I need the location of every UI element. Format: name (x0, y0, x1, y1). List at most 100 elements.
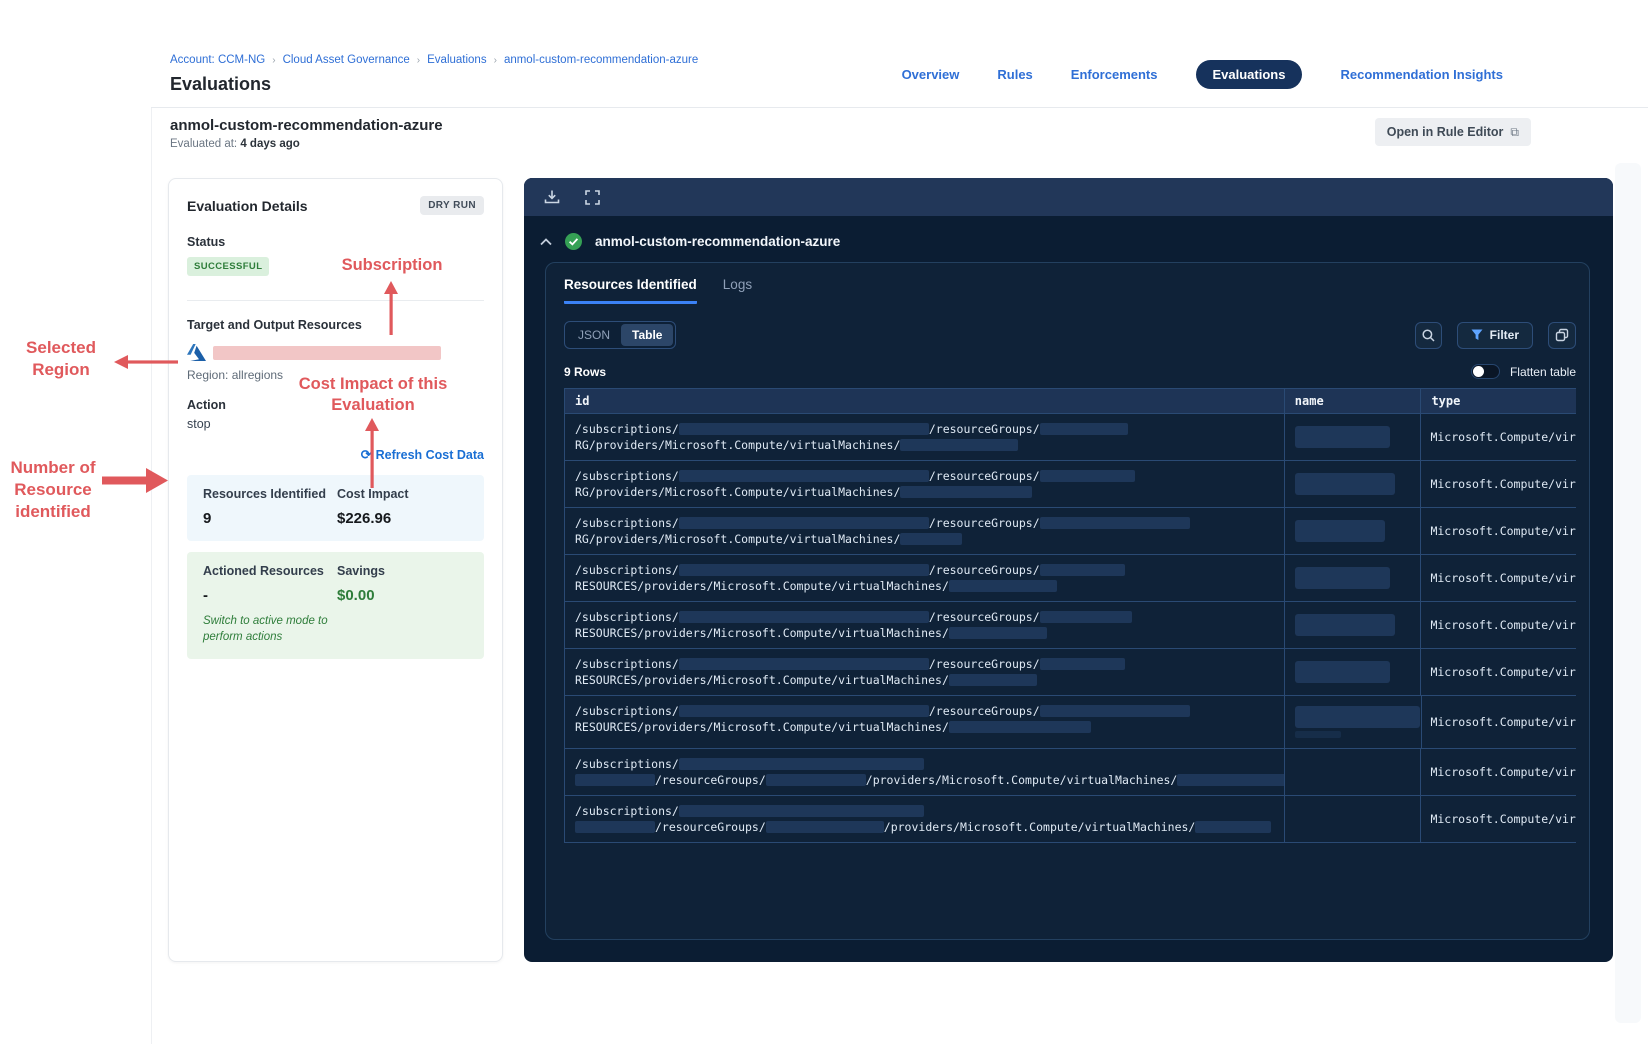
actioned-stats-panel: Actioned Resources Savings - $0.00 Switc… (187, 552, 484, 660)
id-text: /resourceGroups/ (928, 610, 1040, 624)
cell-type: Microsoft.Compute/virtu (1420, 796, 1576, 842)
download-icon[interactable] (544, 189, 560, 205)
redacted-block (948, 721, 1091, 733)
breadcrumb-separator: › (416, 55, 421, 66)
cell-type: Microsoft.Compute/virtu (1420, 749, 1576, 795)
column-header-type: type (1420, 389, 1576, 413)
view-mode-json[interactable]: JSON (567, 324, 621, 346)
nav-tab-rules[interactable]: Rules (997, 67, 1032, 82)
redacted-block (678, 564, 929, 576)
evaluated-at-value: 4 days ago (240, 138, 300, 150)
page-header: Account: CCM-NG › Cloud Asset Governance › E… (151, 0, 1648, 108)
type-value: Microsoft.Compute/virtu (1430, 812, 1576, 826)
redacted-name-block (1294, 567, 1390, 589)
external-link-icon: ⧉ (1510, 124, 1519, 139)
id-text: /subscriptions/ (575, 804, 679, 818)
id-text: /subscriptions/ (575, 757, 679, 771)
redacted-name-block (1294, 520, 1385, 542)
id-text: /resourceGroups/ (928, 563, 1040, 577)
id-text: RESOURCES/providers/Microsoft.Compute/vi… (575, 579, 949, 593)
resources-table: id name type /subscriptions/ /resourceGroup… (564, 388, 1576, 843)
cell-name (1283, 602, 1421, 648)
redacted-block (678, 517, 929, 529)
open-rule-editor-label: Open in Rule Editor (1386, 125, 1504, 139)
open-rule-editor-button[interactable]: Open in Rule Editor ⧉ (1374, 118, 1531, 146)
chevron-up-icon[interactable] (540, 237, 552, 246)
cost-impact-label: Cost Impact (337, 487, 409, 501)
id-text: RG/providers/Microsoft.Compute/virtualMa… (575, 438, 901, 452)
redacted-name-fragment (1294, 731, 1341, 738)
flatten-toggle[interactable] (1470, 364, 1500, 379)
type-value: Microsoft.Compute/virtu (1430, 477, 1576, 491)
viewer-tab-logs[interactable]: Logs (723, 277, 752, 304)
table-header: id name type (565, 388, 1576, 414)
savings-label: Savings (337, 564, 385, 578)
nav-tab-enforcements[interactable]: Enforcements (1071, 67, 1158, 82)
target-resources-label: Target and Output Resources (187, 318, 362, 332)
resource-viewer-panel: anmol-custom-recommendation-azure Resour… (524, 178, 1613, 962)
breadcrumb-item[interactable]: Account: CCM-NG (170, 54, 265, 66)
cell-name (1283, 749, 1421, 795)
success-check-icon (565, 233, 582, 250)
redacted-block (678, 423, 929, 435)
breadcrumb-separator: › (493, 55, 497, 66)
annotation-selected-region: Selected Region (26, 338, 96, 379)
cell-id: /subscriptions/ /resourceGroups/RESOURCES… (565, 649, 1284, 695)
type-value: Microsoft.Compute/virtu (1430, 571, 1576, 585)
annotation-cost-impact: Cost Impact of this Evaluation (298, 375, 448, 415)
type-value: Microsoft.Compute/virtu (1430, 665, 1576, 679)
table-body: /subscriptions/ /resourceGroups/RG/provid… (565, 414, 1576, 843)
id-text: /resourceGroups/ (655, 773, 766, 787)
refresh-cost-data-label: Refresh Cost Data (375, 448, 484, 462)
annotation-number-identified: Number of Resource identified (10, 458, 96, 521)
id-text: RG/providers/Microsoft.Compute/virtualMa… (575, 485, 901, 499)
cell-type: Microsoft.Compute/virtu (1420, 555, 1576, 601)
redacted-block (1039, 705, 1190, 717)
nav-tab-overview[interactable]: Overview (902, 67, 960, 82)
redacted-block (678, 611, 929, 623)
selected-region-arrow (114, 355, 178, 369)
redacted-block (1039, 658, 1125, 670)
nav-tab-recommendation-insights[interactable]: Recommendation Insights (1340, 67, 1503, 82)
number-identified-arrow (102, 468, 168, 493)
id-text: /resourceGroups/ (928, 422, 1040, 436)
column-header-id: id (575, 394, 590, 408)
evaluated-at-label: Evaluated at: (170, 138, 238, 150)
cell-name (1283, 555, 1421, 601)
filter-label: Filter (1489, 328, 1519, 342)
breadcrumb-item[interactable]: Cloud Asset Governance (283, 54, 410, 66)
viewer-tab-resources-identified[interactable]: Resources Identified (564, 277, 697, 304)
breadcrumb-item[interactable]: anmol-custom-recommendation-azure (504, 54, 698, 66)
redacted-block (900, 439, 1019, 451)
identified-stats-panel: Resources Identified Cost Impact 9 $226.… (187, 475, 484, 541)
cell-id: /subscriptions/ /resourceGroups/ /provider… (565, 749, 1284, 795)
redacted-name-block (1294, 473, 1395, 495)
view-mode-table[interactable]: Table (621, 324, 674, 346)
id-text: /subscriptions/ (575, 610, 679, 624)
id-text: /subscriptions/ (575, 704, 679, 718)
cell-type: Microsoft.Compute/virtu (1420, 461, 1576, 507)
cell-name (1283, 796, 1421, 842)
nav-tab-evaluations[interactable]: Evaluations (1195, 60, 1303, 89)
redacted-block (948, 674, 1037, 686)
filter-button[interactable]: Filter (1456, 321, 1533, 349)
id-text: RESOURCES/providers/Microsoft.Compute/vi… (575, 673, 949, 687)
redacted-block (678, 758, 924, 770)
cell-id: /subscriptions/ /resourceGroups/RESOURCES… (565, 696, 1284, 748)
copy-button[interactable] (1548, 321, 1576, 349)
viewer-tabs: Resources Identified Logs (564, 277, 1576, 304)
actioned-resources-label: Actioned Resources (203, 564, 324, 578)
breadcrumb-item[interactable]: Evaluations (427, 54, 486, 66)
type-value: Microsoft.Compute/virtu (1430, 715, 1576, 729)
search-button[interactable] (1414, 321, 1442, 349)
cell-type: Microsoft.Compute/virtu (1420, 696, 1576, 748)
fullscreen-icon[interactable] (585, 189, 600, 205)
search-icon (1422, 328, 1435, 342)
table-row: /subscriptions/ /resourceGroups/RG/provid… (565, 461, 1576, 508)
cell-name (1283, 508, 1421, 554)
cell-id: /subscriptions/ /resourceGroups/ /provider… (565, 796, 1284, 842)
viewer-toolbar (524, 178, 1613, 216)
copy-icon (1555, 328, 1569, 342)
app-root: Account: CCM-NG › Cloud Asset Governance › E… (0, 0, 1648, 1044)
table-row: /subscriptions/ /resourceGroups/RG/provid… (565, 414, 1576, 461)
